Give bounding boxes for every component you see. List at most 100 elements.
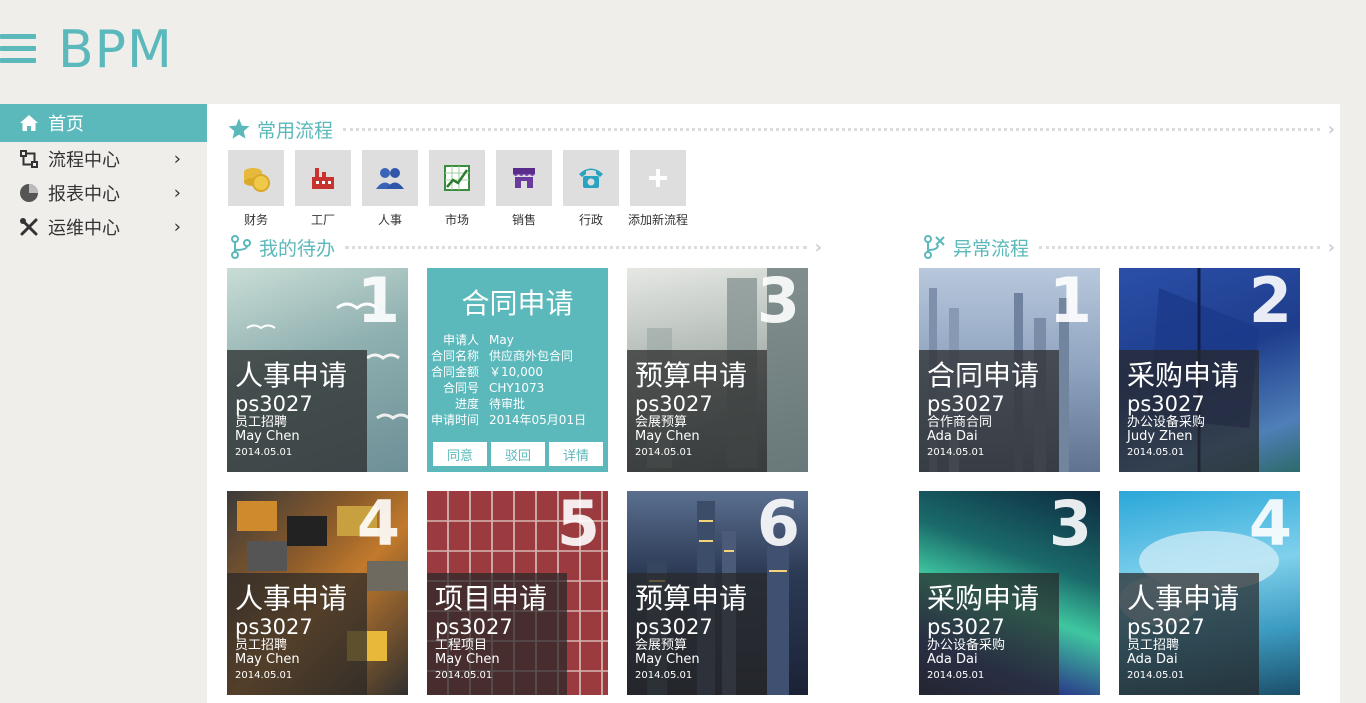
detail-row: 合同名称 供应商外包合同 xyxy=(427,348,608,364)
sidebar-item-label: 运维中心 xyxy=(48,218,120,239)
divider xyxy=(343,127,1320,131)
detail-value: 待审批 xyxy=(489,397,526,411)
brand-logo: BPM xyxy=(58,20,173,80)
sidebar-item-report-center[interactable]: 报表中心 › xyxy=(0,176,207,210)
tile-number: 6 xyxy=(756,491,800,560)
quick-flow-label: 添加新流程 xyxy=(627,213,688,227)
tile-user: May Chen xyxy=(435,652,500,667)
tile-desc: 合作商合同 xyxy=(927,415,993,430)
section-title: 常用流程 xyxy=(257,119,334,142)
exception-tile[interactable]: 4 人事申请 ps3027 员工招聘 Ada Dai 2014.05.01 xyxy=(1119,491,1300,695)
todo-tile[interactable]: 6 预算申请 ps3027 会展预算 May Chen 2014.05.01 xyxy=(627,491,808,695)
tile-desc: 会展预算 xyxy=(635,415,688,430)
pie-chart-icon xyxy=(18,183,40,203)
sidebar-item-label: 报表中心 xyxy=(48,184,120,205)
star-icon xyxy=(227,117,251,141)
chevron-right-icon: › xyxy=(173,182,181,204)
tile-desc: 员工招聘 xyxy=(235,638,288,653)
tile-date: 2014.05.01 xyxy=(235,670,293,681)
detail-value: 供应商外包合同 xyxy=(489,349,574,363)
tile-info: 人事申请 ps3027 员工招聘 Ada Dai 2014.05.01 xyxy=(1119,573,1259,695)
tile-date: 2014.05.01 xyxy=(635,447,693,458)
tile-date: 2014.05.01 xyxy=(927,670,985,681)
tile-number: 3 xyxy=(756,268,800,337)
tile-desc: 员工招聘 xyxy=(235,415,288,430)
quick-flow-hr[interactable]: 人事 xyxy=(362,150,418,228)
coins-icon xyxy=(228,150,284,206)
quick-flow-sales[interactable]: 销售 xyxy=(496,150,552,228)
tile-info: 采购申请 ps3027 办公设备采购 Ada Dai 2014.05.01 xyxy=(919,573,1059,695)
quick-flows-header: 常用流程 › xyxy=(227,116,1335,142)
tile-info: 人事申请 ps3027 员工招聘 May Chen 2014.05.01 xyxy=(227,350,367,472)
exception-tile[interactable]: 1 合同申请 ps3027 合作商合同 Ada Dai 2014.05.01 xyxy=(919,268,1100,472)
quick-flow-label: 财务 xyxy=(243,213,268,227)
tile-desc: 办公设备采购 xyxy=(927,638,1006,653)
sidebar-item-process-center[interactable]: 流程中心 › xyxy=(0,142,207,176)
quick-flow-market[interactable]: 市场 xyxy=(429,150,485,228)
tile-number: 3 xyxy=(1048,491,1092,560)
tile-desc: 办公设备采购 xyxy=(1127,415,1206,430)
tile-info: 预算申请 ps3027 会展预算 May Chen 2014.05.01 xyxy=(627,350,767,472)
detail-key: 合同金额 xyxy=(430,365,479,379)
chevron-right-icon: › xyxy=(173,216,181,238)
add-flow-button[interactable]: 添加新流程 xyxy=(628,150,688,228)
agree-button[interactable]: 同意 xyxy=(433,442,487,466)
home-icon xyxy=(18,113,40,133)
tile-user: May Chen xyxy=(635,429,700,444)
detail-actions: 同意 驳回 详情 xyxy=(433,442,607,466)
tile-code: ps3027 xyxy=(927,615,1005,639)
tile-number: 5 xyxy=(556,491,600,560)
sidebar-item-label: 首页 xyxy=(48,114,84,135)
detail-key: 申请时间 xyxy=(430,413,479,427)
branch-icon xyxy=(229,235,253,259)
more-arrow-icon[interactable]: › xyxy=(1328,237,1335,258)
tile-code: ps3027 xyxy=(235,615,313,639)
tile-desc: 员工招聘 xyxy=(1127,638,1180,653)
chevron-right-icon: › xyxy=(173,148,181,170)
reject-button[interactable]: 驳回 xyxy=(491,442,545,466)
tile-title: 人事申请 xyxy=(1127,582,1240,615)
tile-desc: 会展预算 xyxy=(635,638,688,653)
tools-icon xyxy=(18,217,40,237)
exceptions-header: 异常流程 › xyxy=(923,234,1335,260)
detail-value: 2014年05月01日 xyxy=(489,413,587,427)
quick-flow-factory[interactable]: 工厂 xyxy=(295,150,351,228)
telephone-icon xyxy=(563,150,619,206)
details-button[interactable]: 详情 xyxy=(549,442,603,466)
tile-user: Judy Zhen xyxy=(1127,429,1193,444)
tile-user: May Chen xyxy=(635,652,700,667)
tile-code: ps3027 xyxy=(635,615,713,639)
plus-icon xyxy=(630,150,686,206)
divider xyxy=(345,245,807,249)
tile-info: 采购申请 ps3027 办公设备采购 Judy Zhen 2014.05.01 xyxy=(1119,350,1259,472)
sidebar: 首页 流程中心 › 报表中心 › 运维中心 › xyxy=(0,104,207,244)
detail-rows: 申请人 May 合同名称 供应商外包合同 合同金额 ￥10,000 合同号 CHY107… xyxy=(427,332,608,428)
todo-tile[interactable]: 3 预算申请 ps3027 会展预算 May Chen 2014.05.01 xyxy=(627,268,808,472)
tile-title: 采购申请 xyxy=(927,582,1040,615)
exception-tile[interactable]: 3 采购申请 ps3027 办公设备采购 Ada Dai 2014.05.01 xyxy=(919,491,1100,695)
detail-value: ￥10,000 xyxy=(489,365,543,379)
tile-number: 2 xyxy=(1248,268,1292,337)
quick-flow-admin[interactable]: 行政 xyxy=(563,150,619,228)
more-arrow-icon[interactable]: › xyxy=(1328,119,1335,140)
tile-date: 2014.05.01 xyxy=(635,670,693,681)
todo-tile[interactable]: 1 人事申请 ps3027 员工招聘 May Chen 2014.05.01 xyxy=(227,268,408,472)
tile-title: 预算申请 xyxy=(635,359,748,392)
sidebar-item-home[interactable]: 首页 xyxy=(0,104,207,142)
more-arrow-icon[interactable]: › xyxy=(815,237,822,258)
menu-toggle-icon[interactable] xyxy=(0,34,36,66)
todo-tile[interactable]: 5 项目申请 ps3027 工程项目 May Chen 2014.05.01 xyxy=(427,491,608,695)
detail-key: 合同名称 xyxy=(430,349,479,363)
tile-title: 项目申请 xyxy=(435,582,548,615)
tile-code: ps3027 xyxy=(235,392,313,416)
contract-detail-card: 合同申请 申请人 May 合同名称 供应商外包合同 合同金额 ￥10,000 合同号 C… xyxy=(427,268,608,472)
quick-flow-list: 财务 工厂 人事 市场 销售 行政 添加新流程 xyxy=(228,150,697,228)
sidebar-item-ops-center[interactable]: 运维中心 › xyxy=(0,210,207,244)
main-panel: 常用流程 › 财务 工厂 人事 市场 销售 行政 添加新流程 我的待办 › 异常… xyxy=(207,104,1340,703)
tile-code: ps3027 xyxy=(927,392,1005,416)
quick-flow-finance[interactable]: 财务 xyxy=(228,150,284,228)
detail-title: 合同申请 xyxy=(461,287,574,320)
todo-tile[interactable]: 4 人事申请 ps3027 员工招聘 May Chen 2014.05.01 xyxy=(227,491,408,695)
exception-tile[interactable]: 2 采购申请 ps3027 办公设备采购 Judy Zhen 2014.05.0… xyxy=(1119,268,1300,472)
divider xyxy=(1039,245,1320,249)
